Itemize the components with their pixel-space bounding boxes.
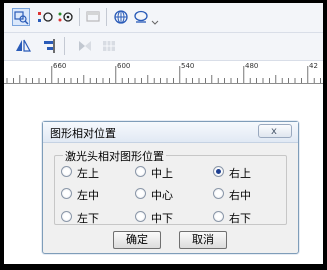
radio-circle[interactable]	[135, 166, 146, 177]
radio-circle[interactable]	[213, 188, 224, 199]
radio-label: 中下	[151, 212, 173, 225]
radio-label: 右下	[229, 212, 251, 225]
close-icon: x	[271, 126, 277, 137]
radio-label: 左上	[77, 167, 99, 180]
close-button[interactable]: x	[258, 124, 292, 138]
node-view-icon[interactable]	[56, 8, 74, 26]
window-frame: 660 600 540 480 42 图形相对位置 x 激光头相对图形位置 左上…	[0, 0, 327, 270]
toolbar-top	[4, 3, 323, 33]
ruler-label: 660	[53, 62, 67, 70]
ruler-ticks	[6, 66, 322, 83]
group-title: 激光头相对图形位置	[63, 148, 166, 164]
window-icon[interactable]	[85, 8, 103, 26]
globe-icon[interactable]	[112, 8, 130, 26]
align-icon[interactable]	[40, 37, 58, 55]
zoom-select-icon[interactable]	[12, 8, 30, 26]
ruler-label: 600	[117, 62, 131, 70]
radio-label: 中心	[151, 189, 173, 202]
radio-label: 右上	[229, 167, 251, 180]
ok-button[interactable]: 确定	[113, 231, 161, 249]
radio-circle[interactable]	[213, 166, 224, 177]
radio-label: 中上	[151, 167, 173, 180]
dropdown-arrow-icon[interactable]	[151, 8, 159, 26]
radio-circle[interactable]	[61, 166, 72, 177]
node-edit-icon[interactable]	[36, 8, 54, 26]
radio-circle[interactable]	[135, 188, 146, 199]
radio-circle[interactable]	[135, 211, 146, 222]
horizontal-ruler: 660 600 540 480 42	[4, 61, 323, 84]
distribute-icon[interactable]	[76, 37, 94, 55]
radio-label: 左中	[77, 189, 99, 202]
ruler-label: 480	[245, 62, 259, 70]
radio-label: 右中	[229, 189, 251, 202]
relative-position-dialog: 图形相对位置 x 激光头相对图形位置 左上 中上 右上左中 中心 右中左下 中下 右下 确定…	[42, 121, 299, 254]
ruler-label: 540	[181, 62, 195, 70]
toolbar-separator	[64, 37, 65, 55]
monitor-icon[interactable]	[132, 8, 150, 26]
radio-circle[interactable]	[61, 211, 72, 222]
grid-icon[interactable]	[100, 37, 118, 55]
toolbar-separator	[106, 8, 107, 26]
radio-label: 左下	[77, 212, 99, 225]
toolbar-bottom	[4, 33, 323, 61]
mirror-icon[interactable]	[14, 37, 32, 55]
cancel-button[interactable]: 取消	[179, 231, 227, 249]
toolbar-separator	[79, 8, 80, 26]
dialog-title: 图形相对位置	[50, 127, 116, 140]
radio-circle[interactable]	[61, 188, 72, 199]
dialog-titlebar[interactable]: 图形相对位置 x	[43, 122, 298, 143]
ruler-label: 42	[309, 62, 318, 70]
radio-circle[interactable]	[213, 211, 224, 222]
